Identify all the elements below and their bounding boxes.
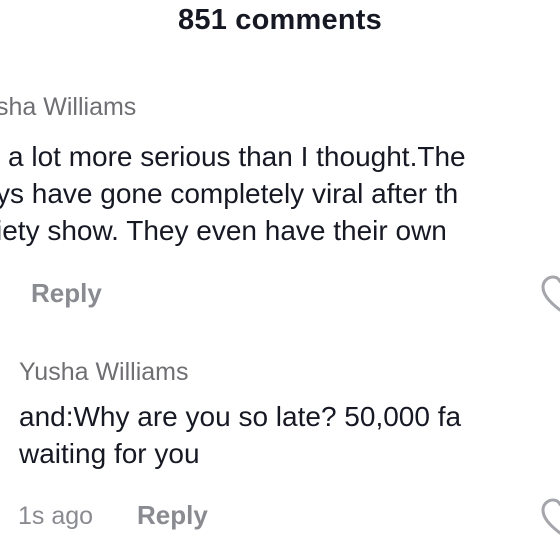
comment-username[interactable]: sha Williams bbox=[0, 93, 136, 122]
heart-icon[interactable] bbox=[540, 275, 560, 315]
comment-text-line: a lot more serious than I thought.The bbox=[8, 141, 466, 172]
comment-text[interactable]: a lot more serious than I thought.The ys… bbox=[0, 138, 466, 249]
reply-button[interactable]: Reply bbox=[31, 278, 102, 309]
comments-count-title: 851 comments bbox=[178, 4, 382, 36]
comment-text-line: and:Why are you so late? 50,000 fa bbox=[19, 401, 462, 432]
comment-text-line: iety show. They even have their own bbox=[0, 215, 447, 246]
heart-icon[interactable] bbox=[540, 498, 560, 538]
comment-text-line: waiting for you bbox=[19, 438, 200, 469]
comment-text-line: ys have gone completely viral after th bbox=[0, 178, 459, 209]
comment-text[interactable]: and:Why are you so late? 50,000 fa waiti… bbox=[19, 398, 461, 472]
comments-panel: 851 comments sha Williams a lot more ser… bbox=[0, 0, 560, 560]
comment-username[interactable]: Yusha Williams bbox=[19, 358, 189, 387]
comment-timestamp: 1s ago bbox=[18, 502, 94, 530]
reply-button[interactable]: Reply bbox=[137, 500, 208, 531]
